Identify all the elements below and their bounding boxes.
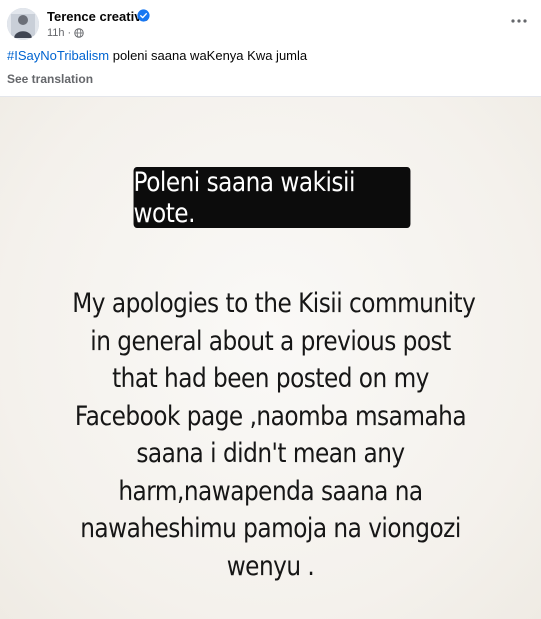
story-line: harm,nawapenda saana na [118, 475, 423, 507]
author-name[interactable]: Terence creative [47, 9, 149, 24]
more-options-icon [511, 19, 527, 23]
see-translation-link[interactable]: See translation [7, 72, 93, 86]
story-line: that had been posted on my [112, 363, 429, 394]
author-avatar[interactable] [7, 8, 39, 40]
meta-separator: · [67, 27, 72, 39]
story-line: nawaheshimu pamoja na viongozi [80, 513, 461, 544]
avatar-photo-icon [7, 8, 39, 40]
globe-icon[interactable] [74, 28, 84, 38]
story-body-text: My apologies to the Kisii community in g… [72, 285, 476, 585]
post-meta: 11h · [47, 27, 84, 39]
story-line: in general about a previous post [90, 325, 451, 357]
story-line: My apologies to the Kisii community [72, 288, 476, 319]
post-header: Terence creative 11h · [0, 0, 541, 46]
more-options-button[interactable] [505, 10, 533, 32]
story-line: Facebook page ,naomba msamaha [74, 400, 467, 432]
post-image[interactable]: Poleni saana wakisii wote. My apologies … [0, 96, 541, 619]
verified-badge-icon [137, 9, 150, 22]
hashtag-link[interactable]: #ISayNoTribalism [7, 48, 109, 63]
facebook-post: Terence creative 11h · #ISayNoTribalism … [0, 0, 541, 619]
story-banner: Poleni saana wakisii wote. [133, 167, 411, 229]
story-line: saana i didn't mean any [136, 438, 405, 469]
story-line: wenyu . [226, 550, 315, 582]
post-time[interactable]: 11h [47, 27, 65, 39]
caption-text: poleni saana waKenya Kwa jumla [109, 48, 308, 63]
post-caption: #ISayNoTribalism poleni saana waKenya Kw… [7, 48, 307, 63]
